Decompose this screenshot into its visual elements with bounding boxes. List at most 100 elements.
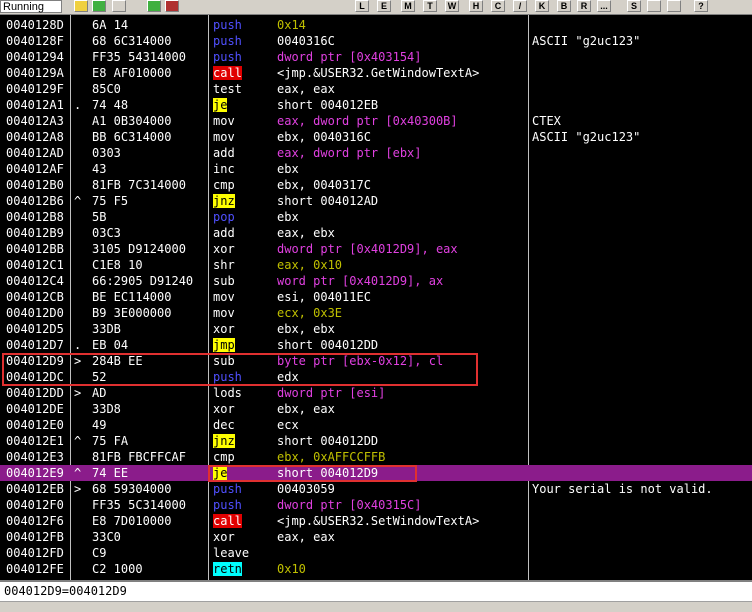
operands-cell-text: ecx, 0x3E (277, 306, 343, 320)
hex-dump-cell: 81FB 7C314000 (92, 178, 186, 192)
comment-cell (532, 49, 752, 65)
address-cell: 004012E1 (6, 434, 64, 448)
instruction-row[interactable]: 004012A8 BB 6C314000 mov ebx, 0040316C ASCII… (0, 129, 752, 145)
close-button[interactable] (112, 0, 126, 12)
mnemonic-cell: cmp (213, 177, 269, 193)
mnemonic-cell: shr (213, 257, 269, 273)
instruction-row[interactable]: 004012DD > AD lods dword ptr [esi] (0, 385, 752, 401)
cpu-button[interactable]: C (491, 0, 505, 12)
instruction-row[interactable]: 004012F0 FF35 5C314000 push dword ptr [0x40… (0, 497, 752, 513)
open-button[interactable] (74, 0, 88, 12)
operands-cell: ebx, ebx (277, 321, 527, 337)
instruction-row[interactable]: 004012CB BE EC114000 mov esi, 004011EC (0, 289, 752, 305)
instruction-row[interactable]: 004012A1. 74 48 je short 004012EB (0, 97, 752, 113)
mnemonic-cell-text: dec (213, 418, 235, 432)
instruction-row[interactable]: 004012E3 81FB FBCFFCAF cmp ebx, 0xAFFCCFFB (0, 449, 752, 465)
breakpoints-button[interactable]: B (557, 0, 571, 12)
info-horizontal-scrollbar[interactable] (0, 601, 752, 612)
pause-button[interactable] (165, 0, 179, 12)
patches-button[interactable]: / (513, 0, 527, 12)
instruction-row[interactable]: 004012A3 A1 0B304000 mov eax, dword ptr [0x… (0, 113, 752, 129)
instruction-row[interactable]: 004012D7. EB 04 jmp short 004012DD (0, 337, 752, 353)
address-cell: 004012EB (6, 482, 64, 496)
operands-cell: short 004012EB (277, 97, 527, 113)
operands-cell-text: eax, ebx (277, 226, 335, 240)
address-cell: 004012B6 (6, 194, 64, 208)
address-cell: 0040128F (6, 34, 64, 48)
instruction-row[interactable]: 004012B9 03C3 add eax, ebx (0, 225, 752, 241)
operands-cell-text: ebx (277, 162, 299, 176)
instruction-row[interactable]: 004012B6 ^ 75 F5 jnz short 004012AD (0, 193, 752, 209)
hex-dump-cell: 68 6C314000 (92, 34, 172, 48)
instruction-row[interactable]: 004012FB 33C0 xor eax, eax (0, 529, 752, 545)
instruction-row[interactable]: 004012B0 81FB 7C314000 cmp ebx, 0040317C (0, 177, 752, 193)
call-stack-icon: K (538, 1, 546, 11)
instruction-row[interactable]: 004012E1 ^ 75 FA jnz short 004012DD (0, 433, 752, 449)
instruction-row[interactable]: 0040129A E8 AF010000 call <jmp.&USER32.GetW… (0, 65, 752, 81)
instruction-row[interactable]: 004012AD 0303 add eax, dword ptr [ebx] (0, 145, 752, 161)
mnemonic-cell: cmp (213, 449, 269, 465)
instruction-row[interactable]: 0040128F 68 6C314000 push 0040316C ASCII "g2… (0, 33, 752, 49)
handles-button[interactable]: H (469, 0, 483, 12)
log-window-button[interactable]: L (355, 0, 369, 12)
comment-cell (532, 513, 752, 529)
run-trace-button[interactable]: ... (597, 0, 611, 12)
instruction-row[interactable]: 004012C4 66:2905 D91240 sub word ptr [0x401… (0, 273, 752, 289)
mnemonic-cell-text: je (213, 98, 228, 112)
list-button[interactable] (647, 0, 661, 12)
instruction-row[interactable]: 004012E0 49 dec ecx (0, 417, 752, 433)
hex-dump-cell: 33D8 (92, 402, 121, 416)
instruction-row[interactable]: 004012C1 C1E8 10 shr eax, 0x10 (0, 257, 752, 273)
comment-cell (532, 81, 752, 97)
mnemonic-cell: je (213, 97, 269, 113)
mnemonic-cell-text: call (213, 514, 242, 528)
instruction-row[interactable]: 004012D5 33DB xor ebx, ebx (0, 321, 752, 337)
jump-marker (74, 145, 90, 161)
address-cell: 004012D5 (6, 322, 64, 336)
instruction-row[interactable]: 004012EB >68 59304000 push 00403059 Your ser… (0, 481, 752, 497)
hex-dump-cell: EB 04 (92, 338, 129, 352)
comment-cell (532, 321, 752, 337)
address-cell: 004012C1 (6, 258, 64, 272)
instruction-row[interactable]: 004012D0 B9 3E000000 mov ecx, 0x3E (0, 305, 752, 321)
instruction-row[interactable]: 004012BB 3105 D9124000 xor dword ptr [0x401… (0, 241, 752, 257)
windows-button[interactable]: W (445, 0, 459, 12)
operands-cell-text: word ptr [0x4012D9], ax (277, 274, 444, 288)
instruction-row[interactable]: 00401294 FF35 54314000 push dword ptr [0x40… (0, 49, 752, 65)
address-cell: 004012AF (6, 162, 64, 176)
run-button[interactable] (147, 0, 161, 12)
jump-marker (74, 241, 90, 257)
memory-map-button[interactable]: M (401, 0, 415, 12)
mnemonic-cell-text: add (213, 226, 235, 240)
mnemonic-cell: lods (213, 385, 269, 401)
instruction-row[interactable]: 004012FD C9 leave (0, 545, 752, 561)
instruction-row[interactable]: 004012AF 43 inc ebx (0, 161, 752, 177)
references-button[interactable]: R (577, 0, 591, 12)
mnemonic-cell-text: test (213, 82, 242, 96)
help-button[interactable]: ? (694, 0, 708, 12)
executable-modules-button[interactable]: E (377, 0, 391, 12)
mnemonic-cell-text: pop (213, 210, 235, 224)
disassembly-listing[interactable]: 0040128D 6A 14 push 0x14 0040128F 68 6C314000… (0, 15, 752, 580)
mnemonic-cell-text: jnz (213, 434, 235, 448)
comment-cell (532, 385, 752, 401)
mnemonic-cell: xor (213, 529, 269, 545)
address-cell: 004012F6 (6, 514, 64, 528)
instruction-row[interactable]: 004012FE C2 1000 retn 0x10 (0, 561, 752, 577)
instruction-row[interactable]: 0040128D 6A 14 push 0x14 (0, 17, 752, 33)
call-stack-button[interactable]: K (535, 0, 549, 12)
instruction-row[interactable]: 004012DE 33D8 xor ebx, eax (0, 401, 752, 417)
log-window-icon: L (359, 1, 365, 11)
instruction-row[interactable]: 004012F6 E8 7D010000 call <jmp.&USER32.SetW… (0, 513, 752, 529)
address-cell: 00401294 (6, 50, 64, 64)
comment-cell: ASCII "g2uc123" (532, 130, 641, 144)
instruction-row[interactable]: 004012B8 5B pop ebx (0, 209, 752, 225)
restart-button[interactable] (92, 0, 106, 12)
mnemonic-cell: add (213, 225, 269, 241)
instruction-row[interactable]: 0040129F 85C0 test eax, eax (0, 81, 752, 97)
source-button[interactable]: S (627, 0, 641, 12)
hex-dump-cell: C9 (92, 546, 107, 560)
grid-button[interactable] (667, 0, 681, 12)
threads-button[interactable]: T (423, 0, 437, 12)
jump-marker: . (74, 98, 82, 112)
